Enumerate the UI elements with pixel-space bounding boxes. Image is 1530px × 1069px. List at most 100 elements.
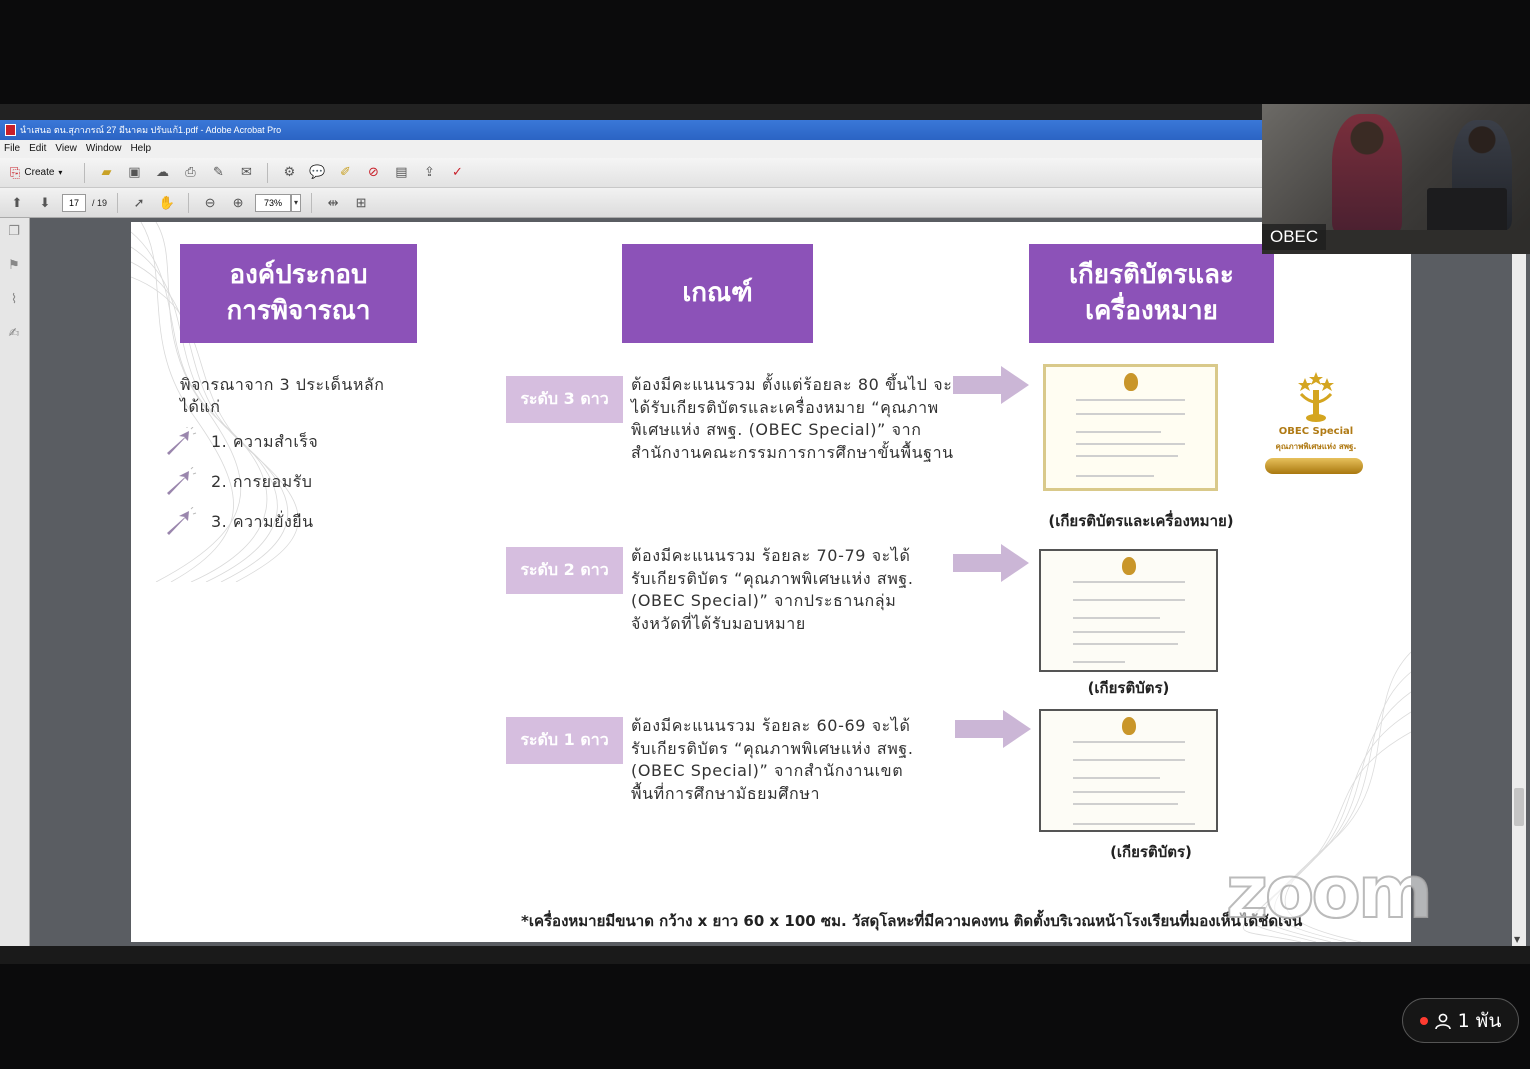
plus-circle-icon: ⊕ <box>232 194 244 210</box>
intro-text: พิจารณาจาก 3 ประเด็นหลัก ได้แก่ <box>180 375 385 416</box>
form-icon: ✓ <box>451 165 463 180</box>
forms-button[interactable]: ✓ <box>446 162 468 184</box>
create-button[interactable]: ⎘ Create ▾ <box>6 165 66 181</box>
window-top-strip <box>0 104 1262 120</box>
seal-icon <box>1121 717 1136 735</box>
menu-bar: File Edit View Window Help <box>0 140 1262 158</box>
create-icon: ⎘ <box>10 164 21 180</box>
hand-tool-button[interactable]: ✋ <box>156 192 178 214</box>
navigation-pane: ❐ ⚑ ⌇ ✍ <box>0 218 30 946</box>
menu-window[interactable]: Window <box>84 140 129 158</box>
pointer-arrow-icon <box>167 467 197 495</box>
bullet-success: 1. ความสำเร็จ <box>163 427 318 457</box>
bullet-label: 2. การยอมรับ <box>211 471 313 491</box>
minus-circle-icon: ⊖ <box>204 194 216 210</box>
viewer-count-badge[interactable]: 1 พัน <box>1402 998 1519 1043</box>
vertical-scrollbar[interactable]: ▼ <box>1512 218 1526 946</box>
bullet-label: 1. ความสำเร็จ <box>211 431 319 451</box>
lock-document-icon: ⊘ <box>367 165 379 180</box>
viewer-count: 1 พัน <box>1457 1009 1502 1032</box>
certificate-image <box>1039 549 1218 672</box>
envelope-icon: ✉ <box>240 165 252 180</box>
pointer-arrow-icon <box>167 427 197 455</box>
menu-view[interactable]: View <box>53 140 84 158</box>
bullet-label: 3. ความยั่งยืน <box>211 511 314 531</box>
export-button[interactable]: ⇪ <box>418 162 440 184</box>
scrollbar-thumb[interactable] <box>1514 788 1524 826</box>
emblem-plaque <box>1265 458 1363 474</box>
comment-button[interactable]: 💬 <box>306 162 328 184</box>
hand-icon: ✋ <box>158 194 176 210</box>
zoom-level-select[interactable]: 73% <box>255 193 292 212</box>
bullet-sustainability: 3. ความยั่งยืน <box>163 507 314 537</box>
toolbar-separator <box>117 192 119 213</box>
pointer-arrow-icon <box>167 507 197 535</box>
previous-page-button[interactable]: ⬆ <box>6 192 28 214</box>
save-button[interactable]: ▣ <box>123 162 145 184</box>
arrow-right-icon <box>953 544 1029 582</box>
sign-button[interactable]: ▤ <box>390 162 412 184</box>
level-1-stars-badge: ระดับ 1 ดาว <box>506 717 623 764</box>
toolbar-separator <box>311 192 313 213</box>
cloud-button[interactable]: ☁ <box>151 162 173 184</box>
header-components: องค์ประกอบ การพิจารณา <box>180 244 417 343</box>
zoom-watermark: zoom <box>1225 849 1434 935</box>
arrow-up-icon: ⬆ <box>11 194 23 210</box>
attachments-panel-icon[interactable]: ⌇ <box>6 292 22 308</box>
certificate-image <box>1039 709 1218 832</box>
level-2-criteria: ต้องมีคะแนนรวม ร้อยละ 70-79 จะได้รับเกีย… <box>631 546 914 633</box>
chevron-down-icon: ▾ <box>58 168 63 177</box>
level-3-caption: (เกียรติบัตรและเครื่องหมาย) <box>1048 512 1234 530</box>
email-button[interactable]: ✉ <box>235 162 257 184</box>
status-strip <box>0 946 1530 964</box>
next-page-button[interactable]: ⬇ <box>34 192 56 214</box>
markup-button[interactable]: ✐ <box>334 162 356 184</box>
highlight-icon: ✐ <box>339 165 351 180</box>
zoom-in-button[interactable]: ⊕ <box>227 192 249 214</box>
scroll-down-icon[interactable]: ▼ <box>1514 935 1520 944</box>
secure-button[interactable]: ⊘ <box>362 162 384 184</box>
bookmarks-panel-icon[interactable]: ⚑ <box>6 258 22 274</box>
zoom-screen-share: นำเสนอ ตน.สุภาภรณ์ 27 มีนาคม ปรับแก้1.pd… <box>0 0 1530 1069</box>
menu-help[interactable]: Help <box>128 140 158 158</box>
navigation-toolbar: ⬆ ⬇ 17 / 19 ➚ ✋ ⊖ ⊕ 73% ▾ ⇹ ⊞ <box>0 188 1262 218</box>
emblem-subtitle: คุณภาพพิเศษแห่ง สพฐ. <box>1275 442 1357 451</box>
trophy-stars-icon <box>1298 372 1334 422</box>
toolbar-separator <box>84 162 86 183</box>
arrow-right-icon <box>953 366 1029 404</box>
print-button[interactable]: ⎙ <box>179 162 201 184</box>
bullet-acceptance: 2. การยอมรับ <box>163 467 312 497</box>
zoom-out-button[interactable]: ⊖ <box>199 192 221 214</box>
participant-video-tile[interactable]: OBEC <box>1262 104 1530 254</box>
level-2-stars-badge: ระดับ 2 ดาว <box>506 547 623 594</box>
menu-edit[interactable]: Edit <box>27 140 53 158</box>
pencil-icon: ✎ <box>212 165 224 180</box>
arrow-down-icon: ⬇ <box>39 194 51 210</box>
printer-icon: ⎙ <box>185 165 196 180</box>
fit-page-button[interactable]: ⊞ <box>350 192 372 214</box>
open-button[interactable]: ▰ <box>95 162 117 184</box>
window-title: นำเสนอ ตน.สุภาภรณ์ 27 มีนาคม ปรับแก้1.pd… <box>20 125 282 135</box>
live-dot-icon <box>1419 1016 1428 1025</box>
cursor-icon: ➚ <box>133 194 145 210</box>
acrobat-app-icon <box>5 124 16 136</box>
folder-icon: ▰ <box>101 165 112 180</box>
menu-file[interactable]: File <box>2 140 27 158</box>
pages-panel-icon[interactable]: ❐ <box>6 224 22 240</box>
arrow-right-icon <box>955 710 1031 748</box>
zoom-dropdown-icon[interactable]: ▾ <box>291 193 302 212</box>
signatures-panel-icon[interactable]: ✍ <box>6 326 22 342</box>
header-awards: เกียรติบัตรและ เครื่องหมาย <box>1029 244 1274 343</box>
select-tool-button[interactable]: ➚ <box>128 192 150 214</box>
cloud-icon: ☁ <box>155 165 169 180</box>
emblem-title: OBEC Special <box>1278 426 1354 437</box>
edit-button[interactable]: ✎ <box>207 162 229 184</box>
title-bar: นำเสนอ ตน.สุภาภรณ์ 27 มีนาคม ปรับแก้1.pd… <box>0 120 1262 140</box>
speech-bubble-icon: 💬 <box>309 165 326 180</box>
fit-width-button[interactable]: ⇹ <box>322 192 344 214</box>
participant-name-label: OBEC <box>1262 224 1327 250</box>
settings-button[interactable]: ⚙ <box>278 162 300 184</box>
disk-icon: ▣ <box>128 165 141 180</box>
page-number-input[interactable]: 17 <box>62 193 86 212</box>
level-3-criteria: ต้องมีคะแนนรวม ตั้งแต่ร้อยละ 80 ขึ้นไป จ… <box>631 375 954 462</box>
